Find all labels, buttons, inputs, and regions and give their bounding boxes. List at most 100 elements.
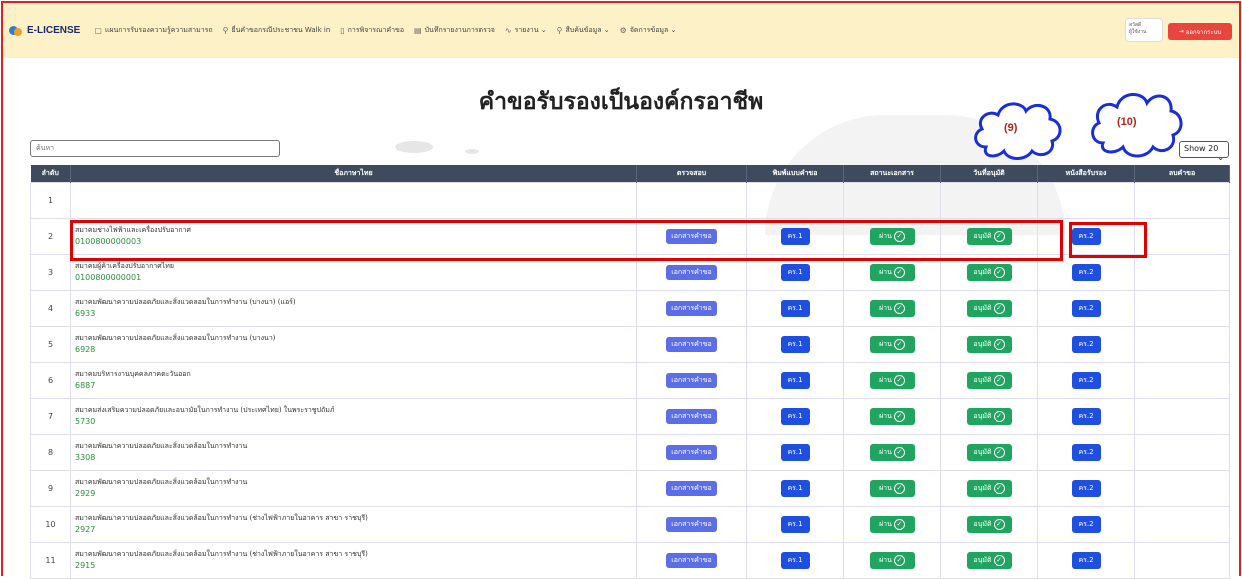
row-action-cell: อนุมัติ ✓ [940, 433, 1038, 471]
row-index: 5 [30, 325, 71, 363]
approve-button[interactable]: อนุมัติ ✓ [966, 515, 1012, 533]
request-document-button[interactable]: เอกสารคำขอ [666, 552, 717, 568]
request-document-button[interactable]: เอกสารคำขอ [666, 480, 717, 496]
certificate-button[interactable]: คร.2 [1071, 479, 1101, 497]
nav-item-file[interactable]: ▯ การพิจารณาคำขอ [340, 25, 404, 36]
certificate-button[interactable]: คร.2 [1071, 371, 1101, 389]
row-name-cell: สมาคมพัฒนาความปลอดภัยและสิ่งแวดล้อมในการ… [70, 469, 637, 507]
print-form-button[interactable]: คร.1 [780, 263, 810, 281]
row-action-cell [1037, 181, 1135, 219]
row-name-cell [70, 181, 637, 219]
print-form-button[interactable]: คร.1 [780, 479, 810, 497]
print-form-button[interactable]: คร.1 [780, 407, 810, 425]
approve-button[interactable]: อนุมัติ ✓ [966, 479, 1012, 497]
org-name: สมาคมผู้ค้าเครื่องปรับอากาศไทย [75, 262, 174, 270]
report-icon: ▤ [414, 26, 422, 35]
gear-icon: ⚙ [619, 26, 627, 35]
check-circle-icon: ✓ [893, 374, 905, 386]
certificate-button[interactable]: คร.2 [1071, 263, 1101, 281]
approve-button[interactable]: อนุมัติ ✓ [966, 335, 1012, 353]
column-header[interactable]: สถานะเอกสาร [843, 165, 941, 182]
chart-icon: ∿ [504, 26, 512, 35]
row-action-cell [1134, 181, 1230, 219]
row-action-cell [1134, 325, 1230, 363]
request-document-button[interactable]: เอกสารคำขอ [666, 372, 717, 388]
nav-menu: ▢ แผนการรับรองความรู้ความสามารถ ⚲ ยื่นคำขอก… [94, 25, 676, 36]
org-code: 6933 [75, 309, 96, 318]
search-input[interactable] [30, 140, 280, 157]
nav-item-walk[interactable]: ⚲ ยื่นคำขอกรณีประชาชน Walk in [223, 25, 331, 36]
column-header[interactable]: ลบคำขอ [1134, 165, 1230, 182]
approve-button[interactable]: อนุมัติ ✓ [966, 407, 1012, 425]
status-pass-button[interactable]: ผ่าน ✓ [869, 371, 915, 389]
status-pass-button[interactable]: ผ่าน ✓ [869, 407, 915, 425]
nav-item-chart[interactable]: ∿ รายงาน ⌄ [505, 25, 547, 36]
column-header[interactable]: ลำดับ [30, 165, 71, 182]
logout-button[interactable]: ⇥ ออกจากระบบ [1168, 23, 1232, 40]
request-document-button[interactable]: เอกสารคำขอ [666, 264, 717, 280]
column-header[interactable]: วันที่อนุมัติ [940, 165, 1038, 182]
approve-button[interactable]: อนุมัติ ✓ [966, 551, 1012, 569]
status-pass-button[interactable]: ผ่าน ✓ [869, 479, 915, 497]
certificate-button[interactable]: คร.2 [1071, 551, 1101, 569]
status-pass-button[interactable]: ผ่าน ✓ [869, 335, 915, 353]
check-circle-icon: ✓ [993, 302, 1005, 314]
row-action-cell: คร.1 [746, 397, 844, 435]
check-circle-icon: ✓ [993, 482, 1005, 494]
request-document-button[interactable]: เอกสารคำขอ [666, 444, 717, 460]
column-header[interactable]: พิมพ์แบบคำขอ [746, 165, 844, 182]
brand-name: E-LICENSE [27, 25, 81, 36]
row-action-cell: อนุมัติ ✓ [940, 541, 1038, 579]
approve-button[interactable]: อนุมัติ ✓ [966, 299, 1012, 317]
nav-item-book[interactable]: ▢ แผนการรับรองความรู้ความสามารถ [94, 25, 212, 36]
approve-button[interactable]: อนุมัติ ✓ [966, 371, 1012, 389]
status-pass-button[interactable]: ผ่าน ✓ [869, 263, 915, 281]
row-action-cell: ผ่าน ✓ [843, 469, 941, 507]
column-header[interactable]: ชื่อภาษาไทย [70, 165, 637, 182]
approve-button[interactable]: อนุมัติ ✓ [966, 263, 1012, 281]
request-document-button[interactable]: เอกสารคำขอ [666, 336, 717, 352]
print-form-button[interactable]: คร.1 [780, 443, 810, 461]
row-action-cell: คร.2 [1037, 469, 1135, 507]
logout-label: ออกจากระบบ [1185, 28, 1222, 36]
status-pass-button[interactable]: ผ่าน ✓ [869, 551, 915, 569]
request-document-button[interactable]: เอกสารคำขอ [666, 516, 717, 532]
certificate-button[interactable]: คร.2 [1071, 299, 1101, 317]
row-action-cell [636, 181, 747, 219]
brand[interactable]: E-LICENSE [9, 24, 80, 38]
request-document-button[interactable]: เอกสารคำขอ [666, 408, 717, 424]
nav-item-search[interactable]: ⚲ สืบค้นข้อมูล ⌄ [557, 25, 610, 36]
certificate-button[interactable]: คร.2 [1071, 515, 1101, 533]
column-header[interactable]: หนังสือรับรอง [1037, 165, 1135, 182]
status-pass-button[interactable]: ผ่าน ✓ [869, 443, 915, 461]
print-form-button[interactable]: คร.1 [780, 335, 810, 353]
table-header-row: ลำดับ ชื่อภาษาไทย ตรวจสอบ พิมพ์แบบคำขอ สถานะ… [30, 165, 1230, 182]
certificate-button[interactable]: คร.2 [1071, 407, 1101, 425]
walk-icon: ⚲ [222, 26, 229, 35]
top-navbar: E-LICENSE ▢ แผนการรับรองความรู้ความสามารถ… [3, 3, 1239, 58]
book-icon: ▢ [94, 26, 102, 35]
approve-label: อนุมัติ [973, 303, 992, 312]
org-code: 3308 [75, 453, 96, 462]
nav-item-report[interactable]: ▤ บันทึกรายงานการตรวจ [414, 25, 495, 36]
row-index: 9 [30, 469, 71, 507]
check-circle-icon: ✓ [993, 338, 1005, 350]
check-circle-icon: ✓ [893, 446, 905, 458]
status-label: ผ่าน [879, 411, 892, 420]
print-form-button[interactable]: คร.1 [780, 371, 810, 389]
certificate-button[interactable]: คร.2 [1071, 335, 1101, 353]
check-circle-icon: ✓ [893, 482, 905, 494]
approve-button[interactable]: อนุมัติ ✓ [966, 443, 1012, 461]
certificate-button[interactable]: คร.2 [1071, 443, 1101, 461]
user-profile[interactable]: สวัสดี ผู้ใช้งาน [1125, 18, 1163, 42]
print-form-button[interactable]: คร.1 [780, 515, 810, 533]
row-index: 3 [30, 253, 71, 291]
print-form-button[interactable]: คร.1 [780, 299, 810, 317]
nav-item-gear[interactable]: ⚙ จัดการข้อมูล ⌄ [620, 25, 677, 36]
status-pass-button[interactable]: ผ่าน ✓ [869, 299, 915, 317]
approve-label: อนุมัติ [973, 339, 992, 348]
print-form-button[interactable]: คร.1 [780, 551, 810, 569]
request-document-button[interactable]: เอกสารคำขอ [666, 300, 717, 316]
column-header[interactable]: ตรวจสอบ [636, 165, 747, 182]
status-pass-button[interactable]: ผ่าน ✓ [869, 515, 915, 533]
